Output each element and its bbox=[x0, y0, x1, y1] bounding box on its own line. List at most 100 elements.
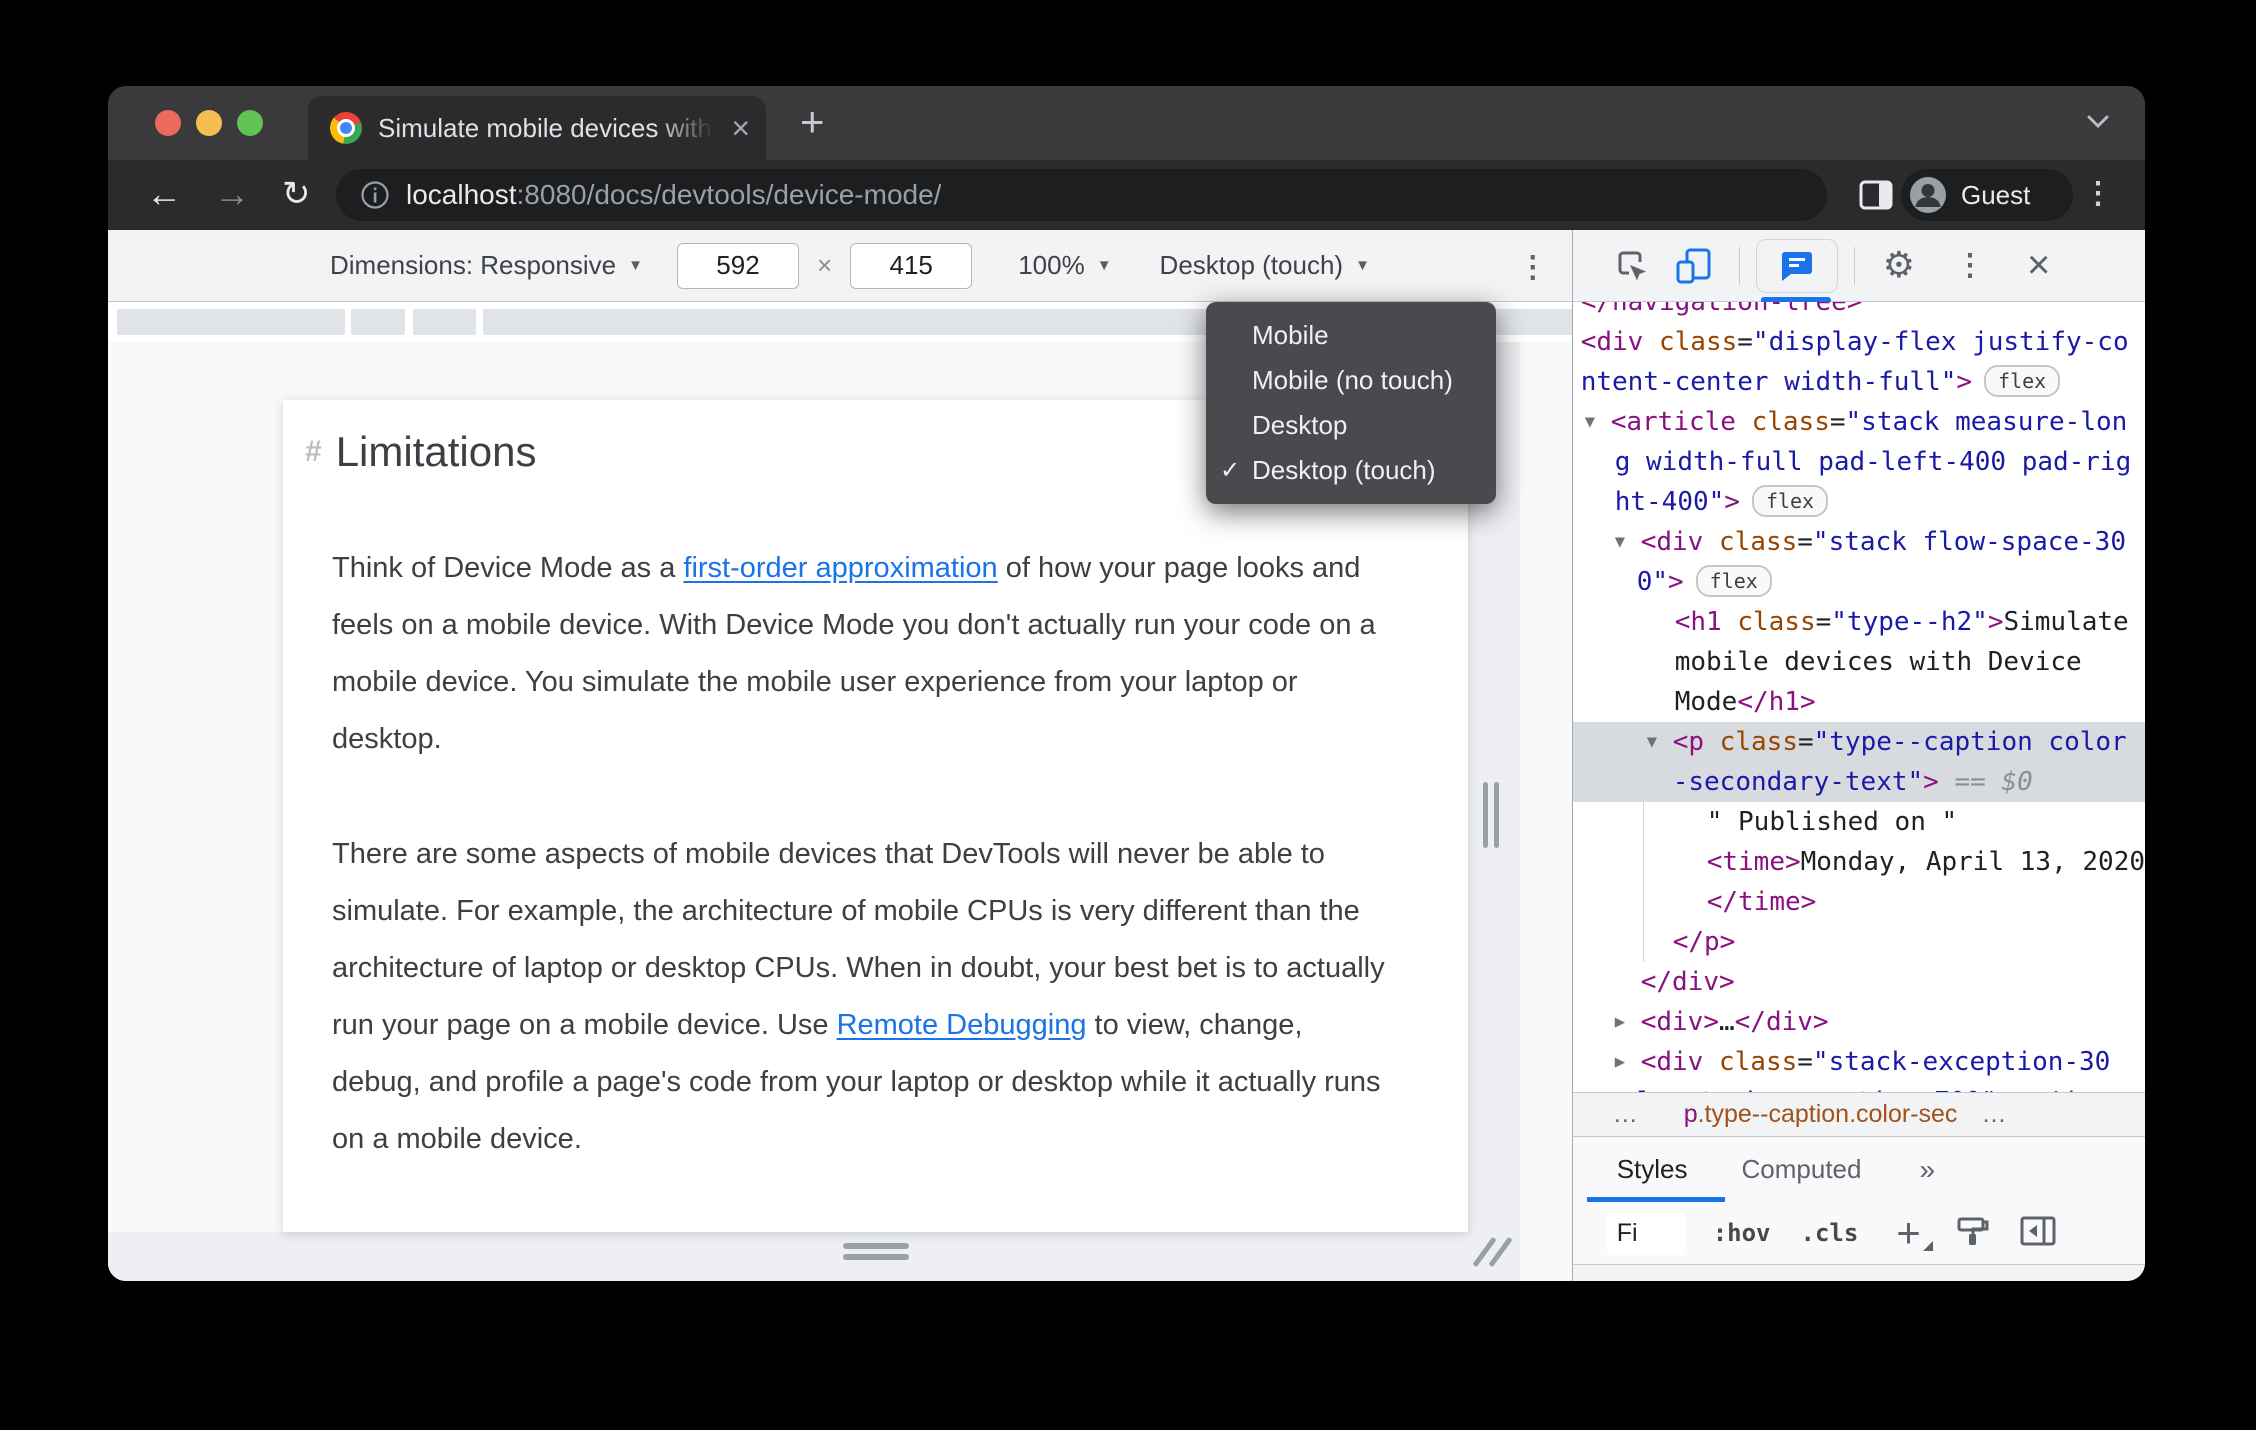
media-query-segment[interactable] bbox=[117, 309, 345, 335]
dom-tree-line[interactable]: ▶ <div class="stack-exception-30 bbox=[1573, 1042, 2145, 1082]
reload-button[interactable]: ↻ bbox=[282, 174, 311, 214]
code-token: "type--h2" bbox=[1831, 607, 1988, 637]
dom-tree-line[interactable]: ▶ <div>…</div> bbox=[1573, 1002, 2145, 1042]
style-filter-input[interactable] bbox=[1606, 1211, 1685, 1255]
toggle-hover-button[interactable]: :hov bbox=[1713, 1219, 1771, 1247]
browser-tab[interactable]: Simulate mobile devices with D × bbox=[308, 96, 766, 160]
dom-tree-line[interactable]: <time>Monday, April 13, 2020 bbox=[1573, 842, 2145, 882]
article-body: Think of Device Mode as a first-order ap… bbox=[332, 540, 1420, 1168]
media-query-segment[interactable] bbox=[413, 309, 476, 335]
dom-tree-line[interactable]: </time> bbox=[1573, 882, 2145, 922]
dom-tree-line[interactable]: -secondary-text"> == $0 bbox=[1572, 762, 2145, 802]
dom-tree-line[interactable]: </div> bbox=[1573, 962, 2145, 1002]
media-query-segment[interactable] bbox=[351, 309, 405, 335]
messages-tab[interactable] bbox=[1755, 238, 1838, 302]
dom-tree-line[interactable]: ▼ <div class="stack flow-space-30 bbox=[1573, 522, 2145, 562]
device-menu-item[interactable]: Mobile bbox=[1206, 313, 1496, 358]
flex-badge[interactable]: flex bbox=[1695, 565, 1772, 597]
expand-arrow-icon[interactable]: ▶ bbox=[1615, 1002, 1625, 1042]
flex-badge[interactable]: flex bbox=[1751, 485, 1829, 517]
styles-filter-bar: :hov .cls + bbox=[1572, 1202, 2145, 1264]
tab-computed[interactable]: Computed bbox=[1742, 1154, 1862, 1185]
zoom-select[interactable]: 100% bbox=[1018, 250, 1085, 281]
dom-tree-line[interactable]: ▼ <article class="stack measure-lon bbox=[1573, 402, 2145, 442]
dom-tree-line[interactable]: ▼ <p class="type--caption color bbox=[1572, 722, 2145, 762]
device-toolbar-menu-icon[interactable]: ⋮ bbox=[1518, 250, 1548, 285]
dom-tree-line[interactable]: 0"> flex bbox=[1573, 562, 2145, 602]
dom-tree-line[interactable]: ntent-center width-full"> flex bbox=[1573, 362, 2145, 402]
code-token: > bbox=[1997, 1087, 2013, 1092]
tab-styles[interactable]: Styles bbox=[1617, 1154, 1688, 1185]
dom-tree-line[interactable]: </navigation-tree> bbox=[1573, 302, 2145, 322]
dom-tree-line[interactable]: </p> bbox=[1573, 922, 2145, 962]
settings-gear-icon[interactable]: ⚙ bbox=[1883, 245, 1915, 286]
flex-badge[interactable]: flex bbox=[1984, 365, 2061, 397]
article-link[interactable]: first-order approximation bbox=[683, 552, 997, 584]
dock-side-panel-icon[interactable] bbox=[2019, 1215, 2057, 1252]
browser-menu-icon[interactable]: ⋮ bbox=[2083, 176, 2113, 211]
dom-tree-line[interactable]: lg:stack-exception-700">…</d bbox=[1573, 1082, 2145, 1092]
device-menu-item[interactable]: Desktop bbox=[1206, 403, 1496, 448]
dom-tree-line[interactable]: " Published on " bbox=[1573, 802, 2145, 842]
back-button[interactable]: ← bbox=[146, 174, 182, 214]
minimize-window-button[interactable] bbox=[196, 110, 222, 136]
dom-tree-line[interactable]: ht-400"> flex bbox=[1573, 482, 2145, 522]
collapse-arrow-icon[interactable]: ▼ bbox=[1585, 402, 1595, 442]
expand-arrow-icon[interactable]: ▶ bbox=[1615, 1042, 1625, 1082]
toggle-class-button[interactable]: .cls bbox=[1801, 1219, 1859, 1247]
more-tabs-chevrons[interactable]: » bbox=[1919, 1154, 1935, 1186]
devtools-pane: ⚙ ⋮ × </navigation-tree> <div class="disp… bbox=[1571, 230, 2145, 1281]
new-style-rule-button[interactable]: + bbox=[1896, 1212, 1933, 1254]
url-text: localhost:8080/docs/devtools/device-mode… bbox=[406, 179, 941, 211]
collapse-arrow-icon[interactable]: ▼ bbox=[1647, 722, 1657, 762]
article-paragraph: Think of Device Mode as a first-order ap… bbox=[332, 540, 1390, 768]
site-info-icon[interactable] bbox=[360, 180, 390, 210]
code-token: <div bbox=[1640, 527, 1704, 557]
device-menu-item[interactable]: Mobile (no touch) bbox=[1206, 358, 1496, 403]
new-tab-button[interactable]: + bbox=[800, 98, 825, 146]
devtools-menu-icon[interactable]: ⋮ bbox=[1955, 248, 1985, 283]
dom-tree-line[interactable]: Mode</h1> bbox=[1573, 682, 2145, 722]
device-menu-item-label: Desktop bbox=[1252, 410, 1348, 440]
dom-tree-line[interactable]: <div class="display-flex justify-co bbox=[1573, 322, 2145, 362]
viewport-corner-resize-handle[interactable] bbox=[1472, 1235, 1514, 1275]
address-bar[interactable]: localhost:8080/docs/devtools/device-mode… bbox=[336, 169, 1827, 221]
breadcrumb-ellipsis[interactable]: … bbox=[1981, 1100, 2008, 1129]
device-menu-item[interactable]: ✓ Desktop (touch) bbox=[1206, 448, 1496, 493]
code-token: <div bbox=[1580, 327, 1644, 357]
close-window-button[interactable] bbox=[155, 110, 181, 136]
dom-tree-line[interactable]: <h1 class="type--h2">Simulate bbox=[1573, 602, 2145, 642]
viewport-height-resize-handle[interactable] bbox=[843, 1243, 909, 1265]
code-token: class bbox=[1751, 407, 1830, 437]
chrome-favicon-icon bbox=[330, 112, 362, 144]
collapse-arrow-icon[interactable]: ▼ bbox=[1615, 522, 1625, 562]
dom-tree-line[interactable]: g width-full pad-left-400 pad-rig bbox=[1573, 442, 2145, 482]
device-type-menu: Mobile Mobile (no touch) Desktop ✓ Desktop (… bbox=[1206, 302, 1496, 504]
viewport-width-resize-handle[interactable] bbox=[1483, 782, 1499, 848]
checkmark-icon: ✓ bbox=[1220, 457, 1241, 484]
profile-button[interactable]: Guest bbox=[1901, 169, 2073, 221]
throttling-device-select[interactable]: Desktop (touch) bbox=[1160, 250, 1344, 281]
dom-tree-line[interactable]: mobile devices with Device bbox=[1573, 642, 2145, 682]
viewport-height-input[interactable] bbox=[850, 242, 973, 289]
fullscreen-window-button[interactable] bbox=[237, 110, 263, 136]
dimensions-select[interactable]: Dimensions: Responsive bbox=[330, 250, 616, 281]
heading-anchor-hash[interactable]: # bbox=[305, 435, 322, 469]
tab-close-icon[interactable]: × bbox=[731, 112, 750, 144]
side-panel-icon[interactable] bbox=[1859, 180, 1893, 215]
inspect-element-icon[interactable] bbox=[1613, 248, 1649, 284]
article-link[interactable]: Remote Debugging bbox=[837, 1009, 1087, 1041]
dimensions-times-label: × bbox=[817, 250, 833, 280]
code-token: </time> bbox=[1706, 887, 1817, 917]
breadcrumb-ellipsis[interactable]: … bbox=[1613, 1100, 1640, 1129]
forward-button[interactable]: → bbox=[214, 174, 250, 214]
viewport-width-input[interactable] bbox=[677, 242, 799, 289]
breadcrumb-selected-node[interactable]: p.type--caption.color-sec bbox=[1684, 1100, 1958, 1129]
tab-search-chevron-icon[interactable] bbox=[2085, 112, 2111, 137]
devtools-close-icon[interactable]: × bbox=[2027, 243, 2050, 288]
rendering-brush-icon[interactable] bbox=[1955, 1213, 1991, 1254]
toggle-device-toolbar-icon[interactable] bbox=[1675, 247, 1713, 285]
code-token: class bbox=[1737, 607, 1816, 637]
